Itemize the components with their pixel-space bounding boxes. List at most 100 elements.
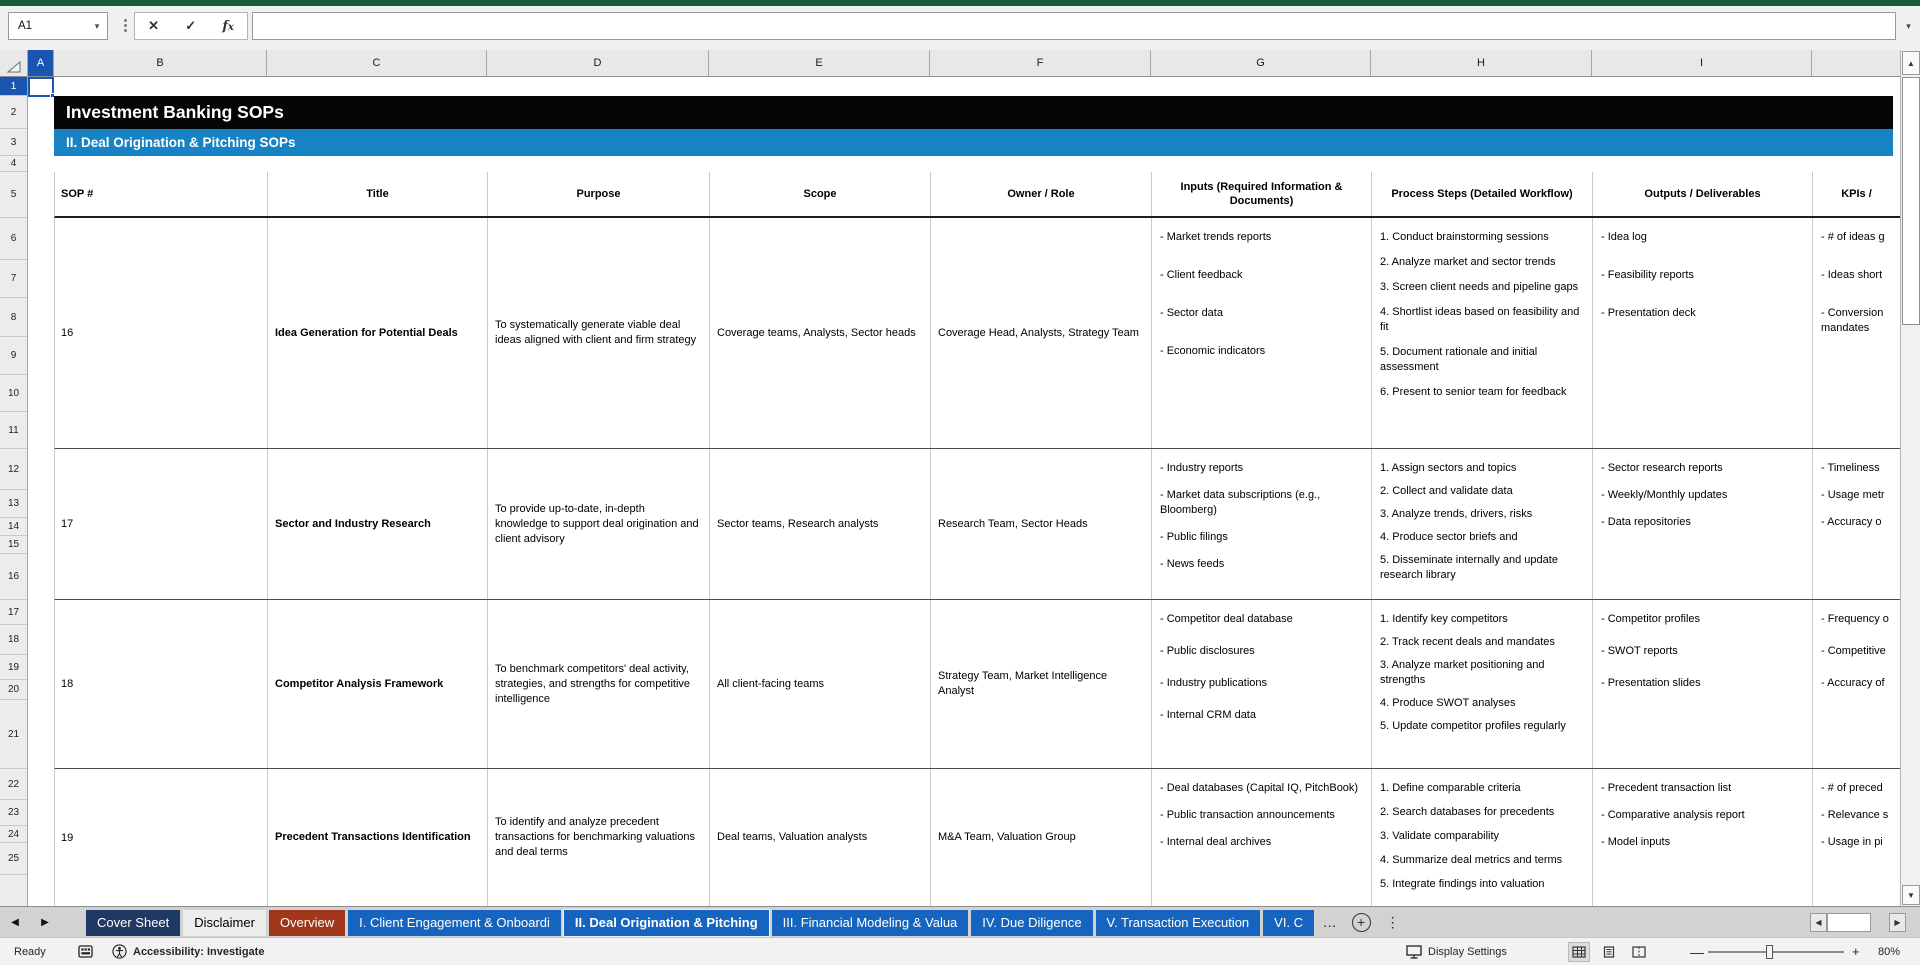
cell-scope[interactable]: All client-facing teams xyxy=(710,600,931,768)
header-scope[interactable]: Scope xyxy=(710,172,931,216)
column-header-g[interactable]: G xyxy=(1151,50,1371,76)
column-header-h[interactable]: H xyxy=(1371,50,1592,76)
column-header-d[interactable]: D xyxy=(487,50,709,76)
accessibility-status[interactable]: Accessibility: Investigate xyxy=(112,938,264,965)
sheet-tab-financial-modeling[interactable]: III. Financial Modeling & Valua xyxy=(771,909,969,936)
scroll-right-icon[interactable]: ▶ xyxy=(1889,912,1906,932)
header-sop-number[interactable]: SOP # xyxy=(55,172,268,216)
sheet-tab-due-diligence[interactable]: IV. Due Diligence xyxy=(971,909,1093,936)
sheet-tab-transaction-execution[interactable]: V. Transaction Execution xyxy=(1095,909,1261,936)
cell-inputs[interactable]: - Competitor deal database - Public discl… xyxy=(1152,600,1372,768)
cell-outputs[interactable]: - Sector research reports - Weekly/Monthl… xyxy=(1593,449,1813,599)
cell-purpose[interactable]: To identify and analyze precedent transa… xyxy=(488,769,710,906)
column-header-a[interactable]: A xyxy=(28,50,54,76)
insert-function-icon[interactable]: fx xyxy=(222,19,234,34)
tab-scroll-left-icon[interactable]: ◀ xyxy=(0,917,30,928)
cell-outputs[interactable]: - Idea log - Feasibility reports - Present… xyxy=(1593,218,1813,448)
cell-purpose[interactable]: To systematically generate viable deal i… xyxy=(488,218,710,448)
header-owner-role[interactable]: Owner / Role xyxy=(931,172,1152,216)
cell-process-steps[interactable]: 1. Conduct brainstorming sessions 2. Anal… xyxy=(1372,218,1593,448)
row-gutter[interactable]: 1 2 3 4 5 6 7 8 9 10 11 12 13 14 15 16 17 18 19 20 21 22 23 24 2… xyxy=(0,77,28,906)
name-box-dropdown-icon[interactable]: ▾ xyxy=(87,21,107,32)
cell-kpis[interactable]: - # of preced - Relevance s - Usage in pi xyxy=(1813,769,1900,906)
column-header-f[interactable]: F xyxy=(930,50,1151,76)
cell-inputs[interactable]: - Industry reports - Market data subscrip… xyxy=(1152,449,1372,599)
sheet-tab-overview[interactable]: Overview xyxy=(268,909,346,936)
cell-process-steps[interactable]: 1. Define comparable criteria 2. Search d… xyxy=(1372,769,1593,906)
select-all-corner[interactable] xyxy=(0,50,28,76)
tab-overflow-icon[interactable]: … xyxy=(1323,914,1337,930)
cell-kpis[interactable]: - Frequency o - Competitive - Accuracy of xyxy=(1813,600,1900,768)
zoom-level[interactable]: 80% xyxy=(1878,938,1900,965)
cell-outputs[interactable]: - Competitor profiles - SWOT reports - Pre… xyxy=(1593,600,1813,768)
cell-scope[interactable]: Deal teams, Valuation analysts xyxy=(710,769,931,906)
column-header-i[interactable]: I xyxy=(1592,50,1812,76)
column-header-c[interactable]: C xyxy=(267,50,487,76)
cell-inputs[interactable]: - Deal databases (Capital IQ, PitchBook)… xyxy=(1152,769,1372,906)
cell-owner[interactable]: Strategy Team, Market Intelligence Analy… xyxy=(931,600,1152,768)
normal-view-icon[interactable] xyxy=(1568,941,1590,962)
formula-bar[interactable] xyxy=(252,12,1896,40)
cell-process-steps[interactable]: 1. Assign sectors and topics 2. Collect a… xyxy=(1372,449,1593,599)
zoom-slider-thumb[interactable] xyxy=(1766,945,1773,959)
header-kpis[interactable]: KPIs / xyxy=(1813,172,1900,216)
cell-sop-number[interactable]: 18 xyxy=(55,600,268,768)
selected-cell-a1[interactable] xyxy=(28,77,55,98)
cell-title[interactable]: Precedent Transactions Identification xyxy=(268,769,488,906)
macro-record-icon[interactable] xyxy=(78,938,93,965)
sheet-tab-cover-sheet[interactable]: Cover Sheet xyxy=(86,909,181,936)
sheet-tab-vi-clipped[interactable]: VI. C xyxy=(1263,909,1315,936)
header-inputs[interactable]: Inputs (Required Information & Documents… xyxy=(1152,172,1372,216)
cell-sop-number[interactable]: 17 xyxy=(55,449,268,599)
cell-title[interactable]: Sector and Industry Research xyxy=(268,449,488,599)
vertical-scrollbar[interactable]: ▲ ▼ xyxy=(1900,50,1920,906)
cell-inputs[interactable]: - Market trends reports - Client feedback… xyxy=(1152,218,1372,448)
sheet-tab-client-engagement[interactable]: I. Client Engagement & Onboardi xyxy=(348,909,561,936)
cell-kpis[interactable]: - Timeliness - Usage metr - Accuracy o xyxy=(1813,449,1900,599)
cell-outputs[interactable]: - Precedent transaction list - Comparativ… xyxy=(1593,769,1813,906)
cell-process-steps[interactable]: 1. Identify key competitors 2. Track rece… xyxy=(1372,600,1593,768)
scroll-up-icon[interactable]: ▲ xyxy=(1902,51,1920,75)
cell-sop-number[interactable]: 19 xyxy=(55,769,268,906)
zoom-slider-track[interactable] xyxy=(1708,951,1844,953)
scroll-down-icon[interactable]: ▼ xyxy=(1902,885,1920,905)
column-header-j-partial[interactable] xyxy=(1812,50,1900,76)
cell-title[interactable]: Idea Generation for Potential Deals xyxy=(268,218,488,448)
horizontal-scroll-track[interactable] xyxy=(1871,913,1889,932)
display-settings-button[interactable]: Display Settings xyxy=(1406,938,1507,965)
cell-kpis[interactable]: - # of ideas g - Ideas short - Conversion … xyxy=(1813,218,1900,448)
cell-purpose[interactable]: To benchmark competitors' deal activity,… xyxy=(488,600,710,768)
header-process-steps[interactable]: Process Steps (Detailed Workflow) xyxy=(1372,172,1593,216)
add-sheet-icon[interactable]: + xyxy=(1351,912,1371,932)
cell-sop-number[interactable]: 16 xyxy=(55,218,268,448)
horizontal-scrollbar[interactable]: ◀ ▶ xyxy=(1810,912,1906,932)
cell-scope[interactable]: Coverage teams, Analysts, Sector heads xyxy=(710,218,931,448)
zoom-in-icon[interactable]: + xyxy=(1852,938,1860,965)
zoom-out-icon[interactable]: — xyxy=(1690,938,1704,965)
cancel-icon[interactable]: ✕ xyxy=(148,18,159,34)
workbook-title-banner[interactable]: Investment Banking SOPs xyxy=(54,96,1893,129)
column-header-b[interactable]: B xyxy=(54,50,267,76)
column-header-e[interactable]: E xyxy=(709,50,930,76)
cell-owner[interactable]: Coverage Head, Analysts, Strategy Team xyxy=(931,218,1152,448)
header-purpose[interactable]: Purpose xyxy=(488,172,710,216)
cell-title[interactable]: Competitor Analysis Framework xyxy=(268,600,488,768)
page-layout-view-icon[interactable] xyxy=(1598,942,1620,962)
cell-owner[interactable]: M&A Team, Valuation Group xyxy=(931,769,1152,906)
formula-bar-expand-icon[interactable]: ▾ xyxy=(1899,12,1918,40)
vertical-scroll-thumb[interactable] xyxy=(1902,77,1920,325)
tab-menu-icon[interactable]: ⋮ xyxy=(1386,914,1400,931)
header-outputs[interactable]: Outputs / Deliverables xyxy=(1593,172,1813,216)
cell-purpose[interactable]: To provide up-to-date, in-depth knowledg… xyxy=(488,449,710,599)
cell-owner[interactable]: Research Team, Sector Heads xyxy=(931,449,1152,599)
page-break-preview-icon[interactable] xyxy=(1628,942,1650,962)
enter-icon[interactable]: ✓ xyxy=(185,18,196,34)
sheet-tab-deal-origination-active[interactable]: II. Deal Origination & Pitching xyxy=(562,908,770,937)
tab-scroll-right-icon[interactable]: ▶ xyxy=(30,917,60,928)
horizontal-scroll-thumb[interactable] xyxy=(1827,912,1871,932)
section-banner[interactable]: II. Deal Origination & Pitching SOPs xyxy=(54,129,1893,156)
scroll-left-icon[interactable]: ◀ xyxy=(1810,912,1827,932)
cell-scope[interactable]: Sector teams, Research analysts xyxy=(710,449,931,599)
header-title[interactable]: Title xyxy=(268,172,488,216)
sheet-tab-disclaimer[interactable]: Disclaimer xyxy=(183,909,266,936)
